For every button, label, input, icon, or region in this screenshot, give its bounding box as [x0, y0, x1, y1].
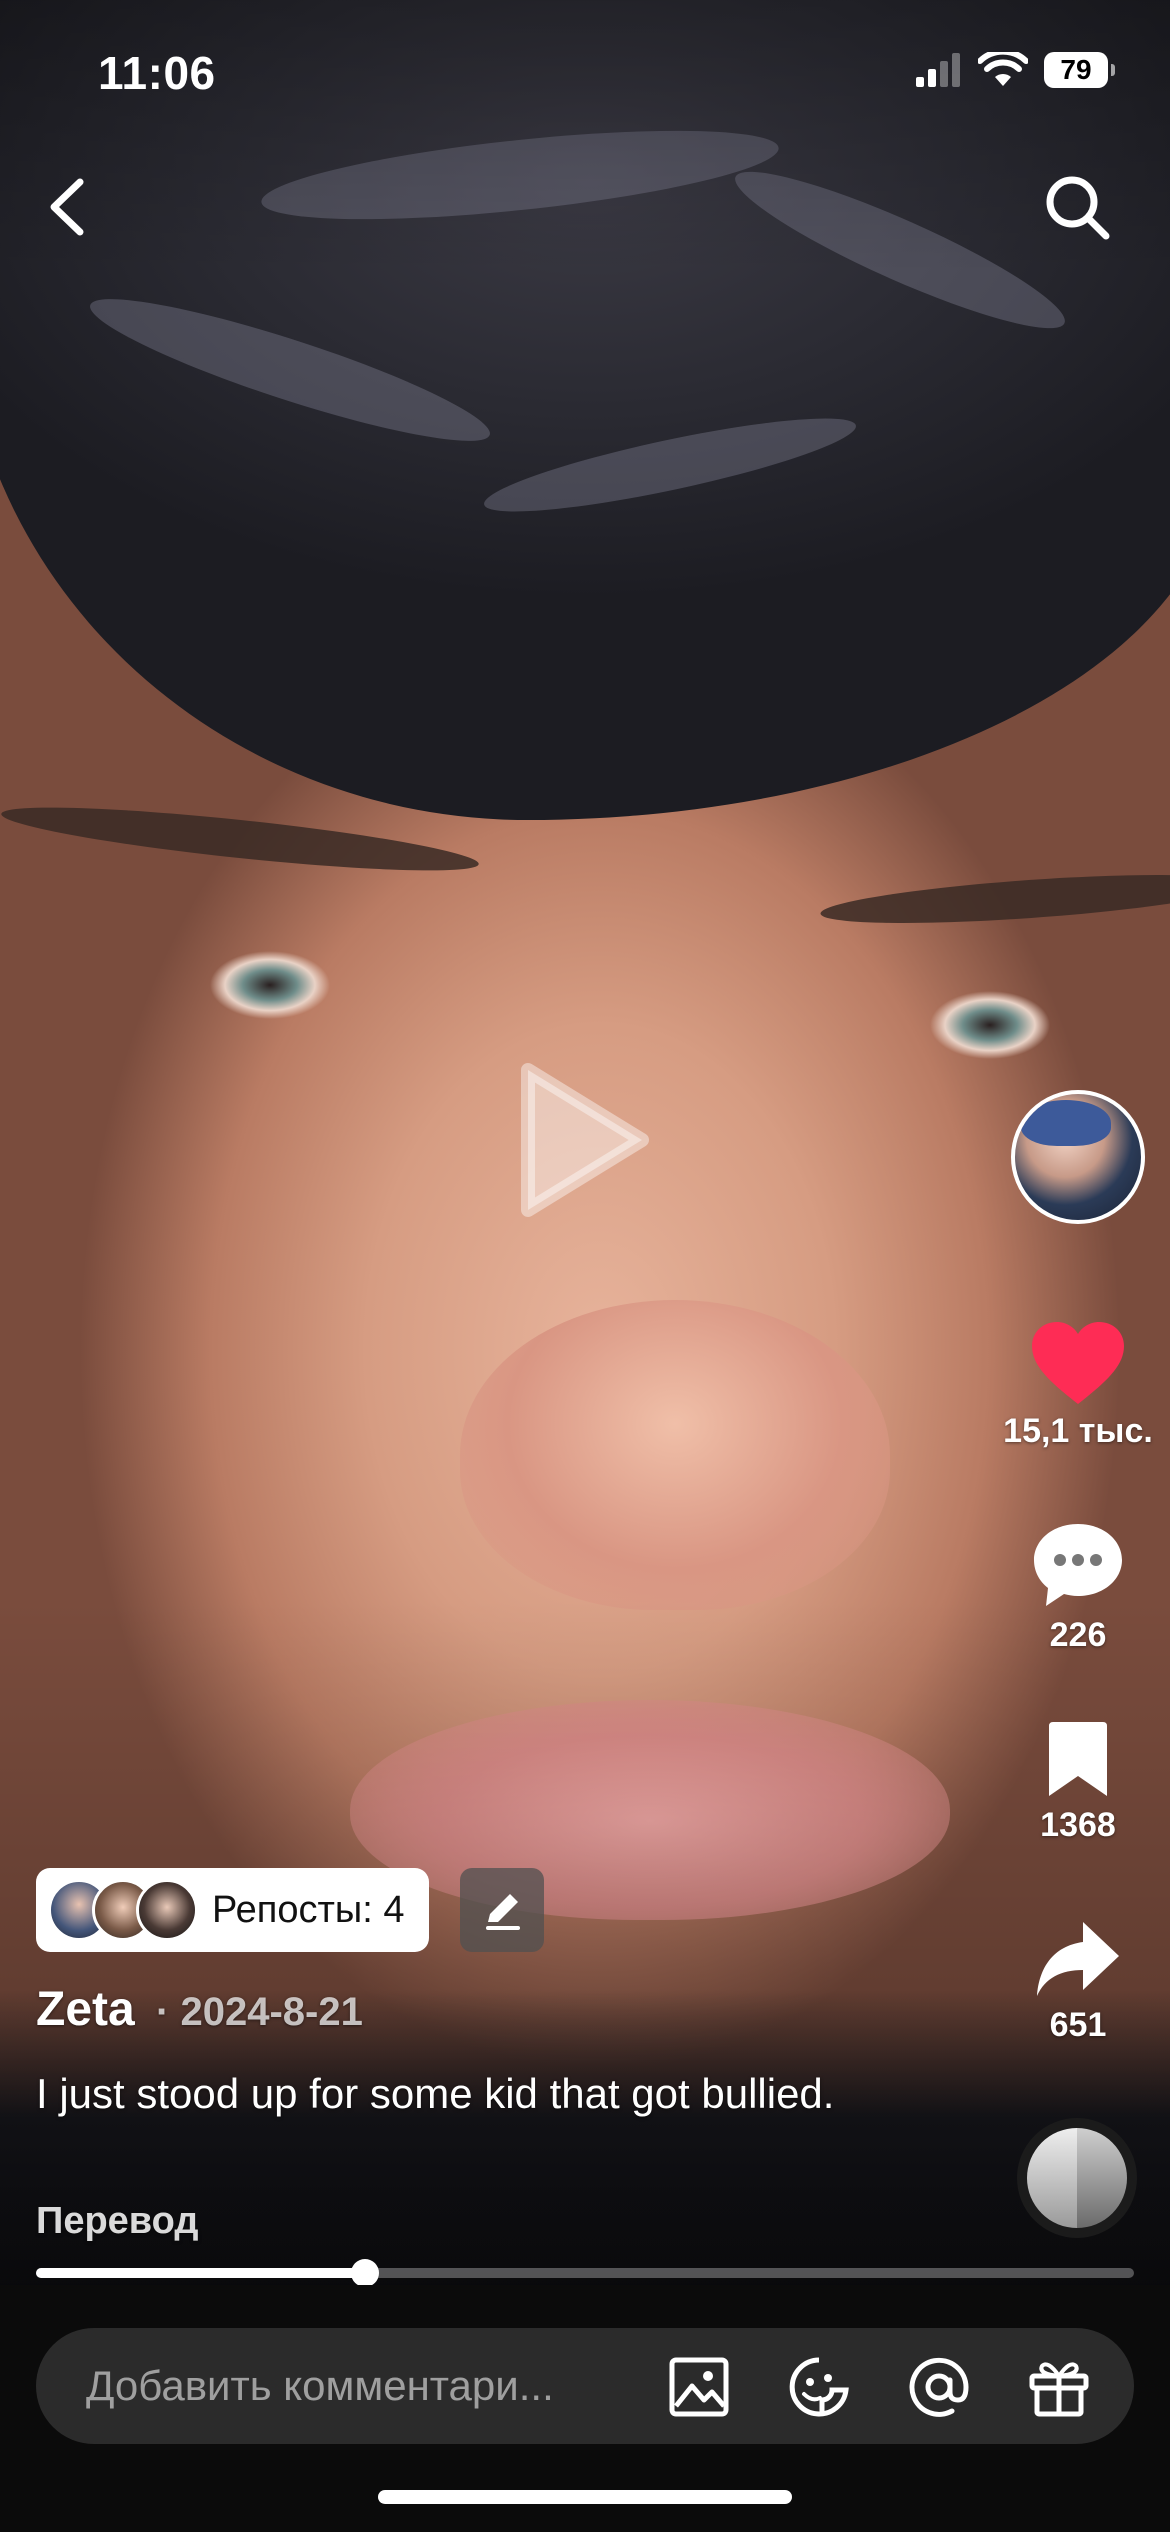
comment-icon [1034, 1524, 1122, 1606]
music-cover-image [1077, 2128, 1127, 2228]
save-count: 1368 [1040, 1806, 1116, 1844]
repost-avatar [136, 1879, 198, 1941]
translate-button[interactable]: Перевод [36, 2200, 198, 2243]
post-date: · 2024-8-21 [156, 1990, 363, 2034]
avatar-image [1021, 1100, 1111, 1146]
heart-icon [1032, 1322, 1124, 1404]
edit-repost-button[interactable] [460, 1868, 544, 1952]
video-progress-bar[interactable] [36, 2259, 1134, 2287]
cellular-signal-icon [916, 53, 960, 87]
save-button[interactable]: 1368 [998, 1720, 1158, 1845]
status-icons: 79 [914, 52, 1115, 88]
music-disc[interactable] [1017, 2118, 1137, 2238]
gift-icon[interactable] [1028, 2356, 1090, 2418]
pencil-icon [486, 1894, 520, 1930]
mention-icon[interactable] [908, 2356, 970, 2418]
author-name[interactable]: Zeta [36, 1983, 135, 2036]
video-screen: 11:06 79 15,1 тыс. 226 1368 651 Репосты:… [0, 0, 1170, 2532]
play-icon[interactable] [520, 1060, 650, 1220]
like-count: 15,1 тыс. [1003, 1412, 1153, 1450]
comment-input[interactable]: Добавить комментари... [86, 2362, 646, 2410]
comment-button[interactable]: 226 [998, 1520, 1158, 1655]
repost-avatars [48, 1879, 198, 1941]
share-button[interactable]: 651 [998, 1918, 1158, 2045]
sticker-icon[interactable] [788, 2356, 850, 2418]
search-button[interactable] [1042, 172, 1112, 242]
bookmark-icon [1049, 1722, 1107, 1796]
post-caption[interactable]: I just stood up for some kid that got bu… [36, 2068, 836, 2120]
reposts-label: Репосты: 4 [212, 1888, 405, 1931]
wifi-icon [978, 52, 1028, 86]
comment-count: 226 [1049, 1616, 1107, 1654]
music-cover-image [1027, 2128, 1077, 2228]
battery-indicator: 79 [1044, 52, 1115, 88]
share-arrow-icon [1037, 1922, 1119, 1996]
like-button[interactable]: 15,1 тыс. [998, 1320, 1158, 1451]
comment-input-bar[interactable]: Добавить комментари... [36, 2328, 1134, 2444]
reposts-chip[interactable]: Репосты: 4 [36, 1868, 429, 1952]
author-line: Zeta · 2024-8-21 [36, 1982, 363, 2037]
author-avatar[interactable] [1011, 1090, 1145, 1224]
progress-fill [36, 2268, 366, 2278]
back-button[interactable] [40, 172, 96, 242]
status-bar: 11:06 79 [0, 0, 1170, 140]
image-icon[interactable] [668, 2356, 730, 2418]
status-time: 11:06 [98, 47, 216, 99]
home-indicator [378, 2490, 792, 2504]
share-count: 651 [1049, 2006, 1107, 2044]
